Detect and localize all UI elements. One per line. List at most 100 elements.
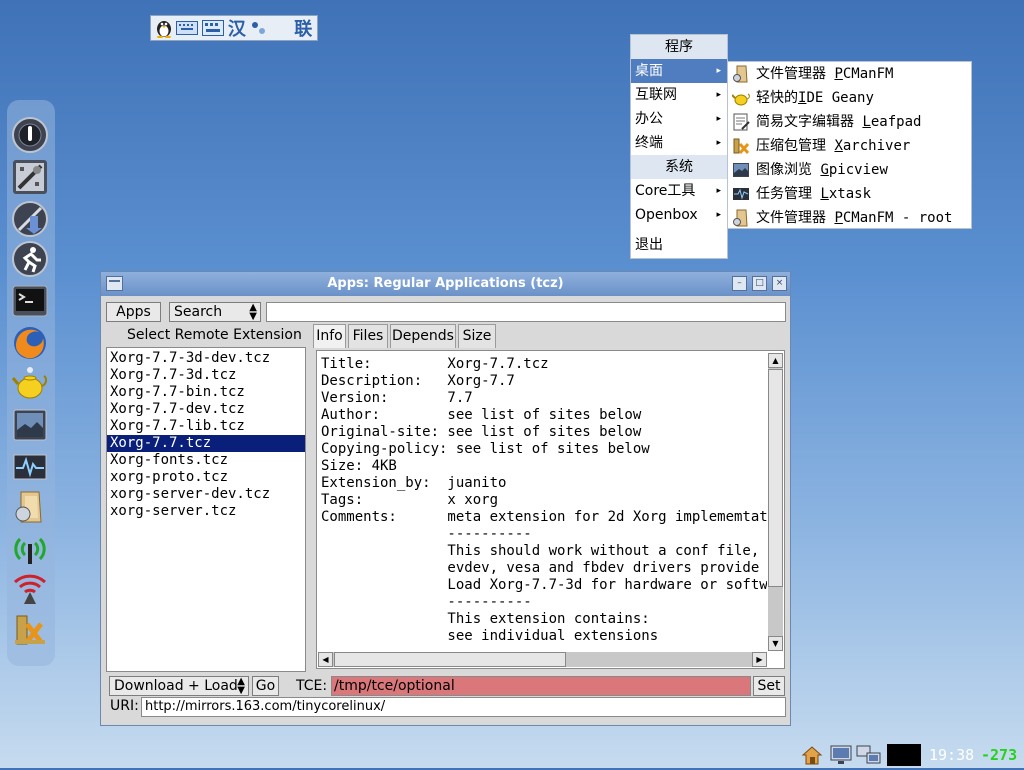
info-line: Tags: x xorg [321,492,499,508]
vertical-scrollbar[interactable]: ▲ ▼ [768,353,783,651]
maximize-button[interactable]: □ [752,276,767,291]
ime-toolbar: 汉 联 [150,15,318,41]
menu-item-label: 桌面 [635,63,663,79]
image-viewer-icon [733,163,749,177]
menu-item-desktop[interactable]: 桌面 ▸ [631,59,727,83]
tab-depends[interactable]: Depends [390,324,456,348]
lianxiang-icon[interactable]: 联 [293,18,314,40]
power-icon[interactable] [11,116,49,154]
full-half-width-icon[interactable] [271,18,290,38]
minimize-button[interactable]: – [732,276,747,291]
extension-list-item[interactable]: Xorg-7.7-dev.tcz [107,401,305,418]
info-line: Author: see list of sites below [321,407,642,423]
info-line: Comments: meta extension for 2d Xorg imp… [321,509,767,525]
extension-list-item[interactable]: Xorg-7.7-3d.tcz [107,367,305,384]
wifi-connect-icon[interactable] [11,568,49,606]
apps-menu-button[interactable]: Apps [106,302,161,322]
menu-header-programs: 程序 [631,35,727,59]
menu-item-core-tools[interactable]: Core工具 ▸ [631,179,727,203]
soft-keyboard-icon[interactable] [175,18,199,38]
extension-list-item[interactable]: Xorg-7.7-lib.tcz [107,418,305,435]
extension-list-item[interactable]: Xorg-7.7.tcz [107,435,305,452]
terminal-icon[interactable] [11,282,49,320]
mirror-uri-input[interactable]: http://mirrors.163.com/tinycorelinux/ [141,697,786,717]
submenu-item-pcmanfm-root[interactable]: 文件管理器 PCManFM - root [728,206,971,230]
scroll-left-arrow-icon[interactable]: ◀ [318,652,333,667]
network-icon[interactable] [856,744,882,766]
xarchiver-icon[interactable] [11,610,49,648]
submenu-item-geany[interactable]: 轻快的IDE Geany [728,86,971,110]
submenu-arrow-icon: ▸ [716,210,721,220]
horizontal-scrollbar[interactable]: ◀ ▶ [318,652,767,667]
tce-directory-input[interactable]: /tmp/tce/optional [331,676,751,696]
search-input[interactable] [266,302,786,322]
image-viewer-icon[interactable] [11,406,49,444]
menu-item-terminal[interactable]: 终端 ▸ [631,131,727,155]
go-button[interactable]: Go [252,676,279,696]
submenu-arrow-icon: ▸ [716,66,721,76]
submenu-label-zh: 简易文字编辑器 [756,114,854,130]
tab-size[interactable]: Size [458,324,496,348]
search-mode-label: Search [174,304,223,320]
monitor-icon[interactable] [829,744,853,766]
chinese-mode-icon[interactable]: 汉 [226,18,247,40]
run-icon[interactable] [11,240,49,278]
extension-list-item[interactable]: xorg-server.tcz [107,503,305,520]
control-panel-icon[interactable] [11,158,49,196]
submenu-item-pcmanfm[interactable]: 文件管理器 PCManFM [728,62,971,86]
window-titlebar[interactable]: Apps: Regular Applications (tcz) – □ × [101,272,790,296]
submenu-label-en: CManFM - root [842,210,953,226]
menu-item-label: 办公 [635,111,663,127]
mount-tool-icon[interactable] [11,200,49,238]
submenu-mnemonic: P [834,66,843,82]
extension-list-item[interactable]: Xorg-7.7-bin.tcz [107,384,305,401]
submenu-mnemonic: G [820,162,829,178]
punctuation-icon[interactable] [250,18,269,38]
extension-list-item[interactable]: Xorg-fonts.tcz [107,452,305,469]
scroll-up-arrow-icon[interactable]: ▲ [768,353,783,368]
info-line: ---------- [321,526,532,542]
submenu-label-en: eafpad [870,114,922,130]
search-mode-select[interactable]: Search ▲ ▼ [169,302,261,322]
task-manager-icon[interactable] [11,448,49,486]
submenu-mnemonic: L [820,186,829,202]
extension-list-item[interactable]: xorg-server-dev.tcz [107,486,305,503]
scroll-down-arrow-icon[interactable]: ▼ [768,636,783,651]
firefox-icon[interactable] [11,324,49,362]
file-manager-icon [733,209,748,227]
extension-list[interactable]: Xorg-7.7-3d-dev.tcz Xorg-7.7-3d.tcz Xorg-7… [106,347,306,672]
keyboard-layout-icon[interactable] [201,18,224,38]
file-manager-icon [733,65,748,83]
menu-item-exit[interactable]: 退出 [631,233,727,257]
extension-list-item[interactable]: Xorg-7.7-3d-dev.tcz [107,350,305,367]
info-line: see individual extensions [321,628,659,644]
task-manager-icon [733,188,749,200]
menu-item-internet[interactable]: 互联网 ▸ [631,83,727,107]
submenu-mnemonic: X [834,138,843,154]
submenu-item-leafpad[interactable]: 简易文字编辑器 Leafpad [728,110,971,134]
geany-teapot-icon[interactable] [11,364,49,402]
download-mode-select[interactable]: Download + Load ▲ ▼ [109,676,249,696]
submenu-item-lxtask[interactable]: 任务管理 Lxtask [728,182,971,206]
submenu-label-zh: 压缩包管理 [756,138,826,154]
close-button[interactable]: × [772,276,787,291]
menu-item-openbox[interactable]: Openbox ▸ [631,203,727,227]
hscroll-thumb[interactable] [334,652,566,667]
file-manager-icon[interactable] [11,488,49,526]
set-button[interactable]: Set [753,676,785,696]
wireless-icon[interactable] [11,528,49,566]
submenu-arrow-icon: ▸ [716,114,721,124]
submenu-item-xarchiver[interactable]: 压缩包管理 Xarchiver [728,134,971,158]
penguin-icon[interactable] [154,18,173,38]
clock[interactable]: 19:38 [929,746,974,764]
submenu-item-gpicview[interactable]: 图像浏览 Gpicview [728,158,971,182]
extension-list-item[interactable]: xorg-proto.tcz [107,469,305,486]
tab-files[interactable]: Files [348,324,388,348]
tab-info[interactable]: Info [313,324,346,348]
menu-item-label: Openbox [635,207,698,223]
scroll-right-arrow-icon[interactable]: ▶ [752,652,767,667]
menu-header-system: 系统 [631,155,727,179]
home-icon[interactable] [801,744,823,766]
menu-item-office[interactable]: 办公 ▸ [631,107,727,131]
scroll-thumb[interactable] [768,369,783,587]
